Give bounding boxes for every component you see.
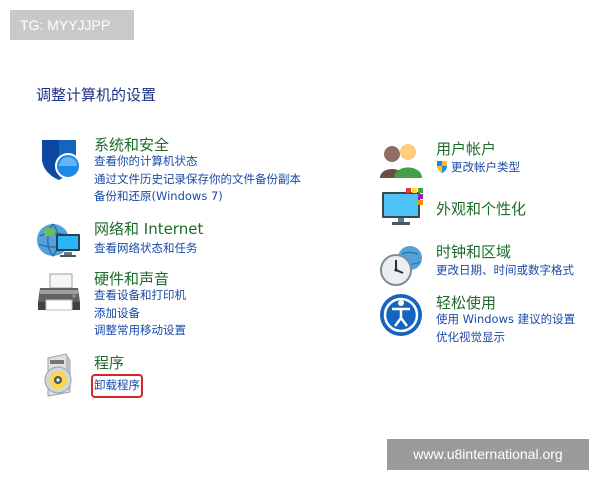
watermark-top-left: TG: MYYJJPP — [10, 10, 134, 40]
link-optimize-visual-display[interactable]: 优化视觉显示 — [436, 329, 575, 347]
category-ease-of-access: 轻松使用 使用 Windows 建议的设置 优化视觉显示 — [378, 292, 598, 352]
link-network-status[interactable]: 查看网络状态和任务 — [94, 240, 198, 258]
category-user-accounts: 用户帐户 更改帐户类型 — [378, 138, 598, 184]
category-network: 网络和 Internet 查看网络状态和任务 — [36, 218, 336, 264]
category-system-security: 系统和安全 查看你的计算机状态 通过文件历史记录保存你的文件备份副本 备份和还原… — [36, 136, 336, 208]
system-security-heading[interactable]: 系统和安全 — [94, 134, 169, 155]
category-clock-region: 时钟和区域 更改日期、时间或数字格式 — [378, 242, 598, 288]
user-accounts-heading[interactable]: 用户帐户 — [436, 138, 496, 159]
link-change-account-type[interactable]: 更改帐户类型 — [436, 159, 520, 179]
page-title: 调整计算机的设置 — [36, 86, 157, 104]
watermark-bottom-right: www.u8international.org — [387, 439, 589, 470]
link-uninstall-program[interactable]: 卸载程序 — [91, 374, 143, 398]
hardware-sound-heading[interactable]: 硬件和声音 — [94, 268, 169, 289]
printer-icon[interactable] — [36, 270, 82, 316]
category-appearance: 外观和个性化 — [378, 186, 598, 232]
link-file-history-backup[interactable]: 通过文件历史记录保存你的文件备份副本 — [94, 171, 301, 189]
programs-heading[interactable]: 程序 — [94, 352, 124, 373]
link-add-device[interactable]: 添加设备 — [94, 305, 186, 323]
link-devices-printers[interactable]: 查看设备和打印机 — [94, 287, 186, 305]
category-hardware-sound: 硬件和声音 查看设备和打印机 添加设备 调整常用移动设置 — [36, 270, 336, 340]
change-account-type-label: 更改帐户类型 — [451, 160, 520, 174]
clock-globe-icon[interactable] — [378, 242, 424, 288]
clock-region-heading[interactable]: 时钟和区域 — [436, 241, 511, 262]
programs-disc-icon[interactable] — [36, 352, 82, 398]
link-date-time-number-format[interactable]: 更改日期、时间或数字格式 — [436, 262, 574, 280]
link-mobility-settings[interactable]: 调整常用移动设置 — [94, 322, 186, 340]
network-heading[interactable]: 网络和 Internet — [94, 218, 203, 239]
network-globe-icon[interactable] — [36, 218, 82, 264]
shield-icon[interactable] — [36, 136, 82, 182]
users-icon[interactable] — [378, 138, 424, 184]
monitor-palette-icon[interactable] — [378, 186, 424, 232]
link-recommended-settings[interactable]: 使用 Windows 建议的设置 — [436, 311, 575, 329]
category-programs: 程序 卸载程序 — [36, 352, 336, 398]
uac-shield-icon — [436, 160, 448, 179]
appearance-heading[interactable]: 外观和个性化 — [436, 198, 526, 219]
ease-of-access-heading[interactable]: 轻松使用 — [436, 292, 496, 313]
link-backup-restore[interactable]: 备份和还原(Windows 7) — [94, 188, 301, 206]
accessibility-icon[interactable] — [378, 292, 424, 338]
link-view-computer-status[interactable]: 查看你的计算机状态 — [94, 153, 301, 171]
